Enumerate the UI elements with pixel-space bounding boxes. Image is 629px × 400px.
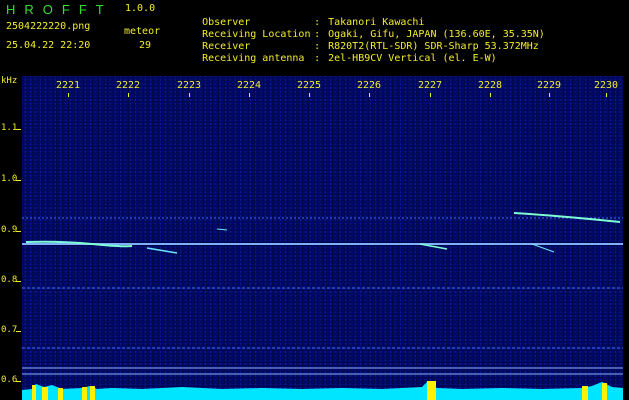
app-version: 1.0.0 [125,3,156,14]
y-tick-label: 1.1 [1,123,18,133]
x-tick [249,93,250,97]
info-row-antenna: Receiving antenna:2el-HB9CV Vertical (el… [178,41,497,77]
level-peak [427,381,436,400]
level-peak [602,383,607,400]
y-tick-label: 0.9 [1,225,18,235]
datetime: 25.04.22 22:20 [6,40,91,51]
meteor-echo [216,228,228,231]
x-tick [309,93,310,97]
y-axis: kHz 1.1 1.0 0.9 0.8 0.7 0.6 [0,76,22,400]
y-tick [16,381,21,382]
right-edge [623,76,629,400]
spectrogram-signals [22,212,623,400]
x-tick-label: 2225 [296,80,322,91]
meteor-count: 29 [139,40,152,51]
y-tick-label: 0.6 [1,375,18,385]
x-tick-label: 2222 [115,80,141,91]
level-peaks [22,382,623,390]
y-tick-label: 0.8 [1,275,18,285]
y-tick [16,231,21,232]
x-tick-label: 2229 [536,80,562,91]
x-tick [128,93,129,97]
level-peak [90,386,95,400]
x-tick [189,93,190,97]
info-key: Receiving antenna [202,53,305,64]
y-tick [16,331,21,332]
level-peak [58,388,63,400]
y-tick-label: 1.0 [1,174,18,184]
info-value: 2el-HB9CV Vertical (el. E-W) [328,53,497,64]
y-tick-label: 0.7 [1,325,18,335]
header-panel: HROFFT 1.0.0 2504222220.png 25.04.22 22:… [0,0,629,76]
x-tick-label: 2228 [477,80,503,91]
y-axis-unit: kHz [1,76,18,86]
x-tick [430,93,431,97]
info-sep: : [314,53,321,64]
y-tick [16,129,21,130]
x-tick [606,93,607,97]
level-peak [42,387,48,400]
meteor-label: meteor [124,26,161,37]
x-tick-label: 2223 [176,80,202,91]
level-peak [582,386,588,400]
x-tick-label: 2224 [236,80,262,91]
level-peak [82,387,87,400]
spectrogram[interactable] [22,76,623,400]
filename: 2504222220.png [6,21,91,32]
x-tick [68,93,69,97]
x-tick-label: 2227 [417,80,443,91]
meteor-echo [146,247,178,254]
x-tick [549,93,550,97]
x-tick-label: 2230 [593,80,619,91]
meteor-echo [513,212,621,223]
level-peak [32,385,36,400]
x-tick [490,93,491,97]
x-tick-label: 2221 [55,80,81,91]
level-strip [22,390,623,400]
x-tick [369,93,370,97]
app-name: HROFFT [6,2,113,17]
y-tick [16,180,21,181]
x-tick-label: 2226 [356,80,382,91]
y-tick [16,281,21,282]
meteor-echo [531,243,555,253]
